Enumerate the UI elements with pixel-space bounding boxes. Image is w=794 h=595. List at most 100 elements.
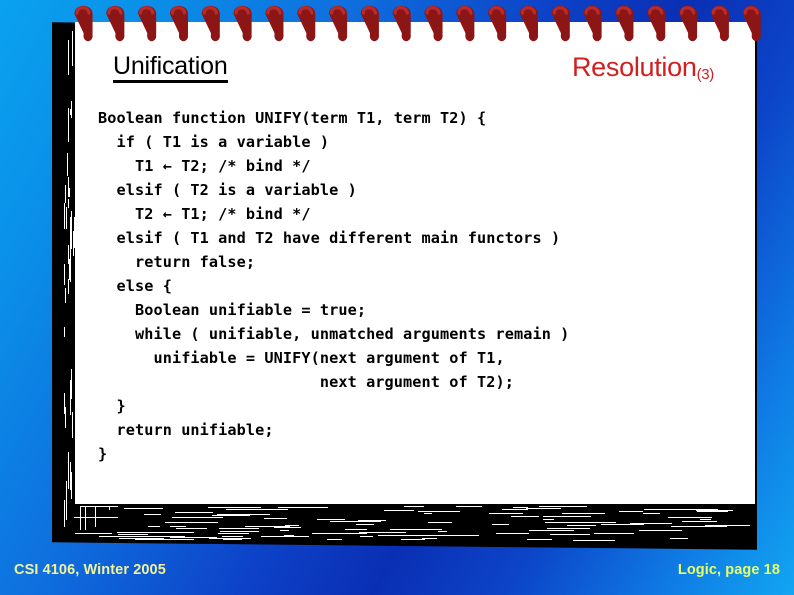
code-line: if ( T1 is a variable ) (98, 133, 330, 151)
code-line: else { (98, 277, 172, 295)
page-edge-sliver (144, 514, 161, 516)
page-edge-sliver (422, 537, 437, 539)
page-edge-sliver (423, 513, 433, 515)
page-edge-sliver (485, 504, 514, 506)
page-edge-sliver (264, 518, 287, 520)
page-edge-sliver (70, 100, 72, 118)
page-edge-sliver (389, 528, 442, 530)
page-edge-sliver (682, 521, 717, 523)
page-edge-sliver (64, 263, 65, 286)
page-edge-sliver (66, 153, 68, 177)
page-edge-sliver (122, 504, 148, 506)
page-edge-sliver (427, 521, 453, 523)
code-line: } (98, 445, 108, 463)
page-edge-sliver (244, 525, 290, 527)
page-edge-sliver (218, 532, 249, 534)
code-line: T1 ← T2; /* bind */ (98, 157, 311, 175)
page-edge-sliver (120, 505, 156, 507)
code-line: Boolean unifiable = true; (98, 301, 367, 319)
page-edge-sliver (642, 512, 660, 514)
footer-course-label: CSI 4106, Winter 2005 (14, 562, 166, 578)
page-edge-sliver (216, 513, 271, 515)
page-edge-sliver (71, 31, 73, 67)
page-edge-sliver (456, 506, 482, 508)
footer-page-label: Logic, page 18 (677, 562, 780, 578)
page-edge-sliver (68, 279, 70, 294)
page-edge-sliver (326, 538, 342, 540)
page-edge-sliver (66, 207, 68, 229)
page-edge-sliver (681, 517, 702, 519)
page-edge-sliver (670, 525, 710, 527)
page-edge-sliver (377, 535, 432, 537)
page-edge-sliver (274, 526, 301, 528)
page-edge-sliver (221, 535, 243, 537)
page-edge-sliver (222, 538, 243, 540)
page-edge-sliver (64, 499, 66, 527)
page-edge-sliver (154, 531, 195, 533)
page-edge-sliver (526, 538, 552, 540)
page-edge-sliver (67, 40, 69, 65)
page-edge-sliver (705, 509, 734, 511)
page-edge-sliver (676, 505, 703, 507)
resolution-label: Resolution (571, 52, 697, 82)
page-edge-sliver (488, 513, 514, 515)
page-edge-sliver (146, 539, 194, 541)
page-edge-sliver (67, 131, 69, 142)
page-edge-sliver (175, 511, 213, 513)
page-edge-sliver (311, 533, 367, 535)
page-edge-sliver (511, 515, 539, 517)
page-edge-sliver (696, 511, 728, 513)
page-edge-sliver (280, 529, 289, 531)
code-line: Boolean function UNIFY(term T1, term T2)… (98, 109, 487, 127)
page-edge-sliver (528, 529, 575, 531)
page-edge-sliver (502, 508, 528, 510)
page-edge-sliver (123, 508, 163, 510)
page-edge-sliver (594, 533, 635, 535)
code-line: T2 ← T1; /* bind */ (98, 205, 311, 223)
code-line: elsif ( T2 is a variable ) (98, 181, 357, 199)
page-edge-sliver (70, 211, 72, 249)
code-line: elsif ( T1 and T2 have different main fu… (98, 229, 561, 247)
page-edge-sliver (316, 518, 345, 520)
page-edge-sliver (74, 533, 113, 535)
page-edge-sliver (226, 509, 271, 511)
page-edge-sliver (538, 505, 588, 507)
page-edge-sliver (344, 528, 367, 530)
slide-canvas: Unification Resolution(3) Boolean functi… (0, 0, 794, 595)
page-edge-sliver (543, 516, 591, 518)
page-edge-sliver (360, 536, 374, 538)
page-edge-sliver (67, 108, 69, 131)
page-edge-sliver (71, 412, 73, 438)
page-edge-sliver (218, 527, 260, 529)
page-edge-sliver (64, 327, 66, 337)
page-edge-sliver (549, 534, 590, 536)
page-edge-sliver (496, 532, 530, 534)
page-edge-sliver (65, 185, 67, 204)
page-edge-sliver (69, 187, 71, 197)
page-edge-sliver (492, 523, 510, 525)
page-edge-sliver (65, 287, 67, 304)
page-edge-sliver (526, 508, 548, 510)
page-edge-sliver (68, 199, 70, 209)
code-line: return unifiable; (98, 421, 274, 439)
page-edge-sliver (670, 508, 701, 510)
page-edge-sliver (68, 244, 70, 264)
page-edge-sliver (81, 506, 119, 508)
page-edge-sliver (357, 505, 376, 507)
page-title-unification: Unification (113, 53, 228, 84)
page-edge-sliver (403, 505, 425, 507)
resolution-part-number: (3) (696, 66, 715, 83)
page-edge-sliver (207, 507, 261, 509)
page-edge-sliver (64, 202, 66, 229)
page-edge-sliver (73, 516, 118, 518)
page-edge-sliver (328, 504, 339, 506)
page-edge-sliver (427, 534, 479, 536)
page-edge-sliver (699, 519, 712, 521)
page-edge-sliver (618, 511, 643, 513)
code-line: return false; (98, 253, 256, 271)
page-edge-sliver (169, 525, 186, 527)
page-edge-sliver (566, 525, 596, 527)
pseudocode-block: Boolean function UNIFY(term T1, term T2)… (98, 106, 758, 466)
page-edge-sliver (176, 528, 208, 530)
page-edge-sliver (71, 369, 73, 400)
